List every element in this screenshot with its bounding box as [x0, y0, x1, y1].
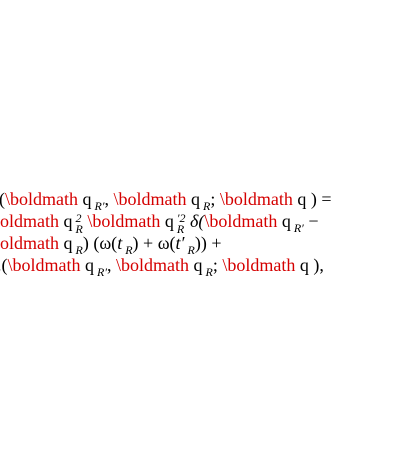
subscript: R′: [97, 265, 107, 279]
subscript: R′: [293, 221, 304, 235]
symbol-q: q: [80, 255, 94, 275]
symbol-q: q: [59, 233, 73, 253]
equation-line-3: \boldmath qR) (ω(tR) + ω(t′R)) +: [0, 232, 222, 257]
boldmath-macro: \boldmath: [5, 189, 78, 209]
symbol-q: q: [59, 211, 73, 231]
boldmath-macro: \boldmath: [7, 255, 81, 275]
comma: ,: [106, 255, 116, 275]
symbol-q: q: [186, 189, 200, 209]
boldmath-macro: \boldmath: [115, 255, 189, 275]
close-equals: q ) =: [292, 189, 332, 209]
delta: δ(: [185, 211, 205, 231]
equation-line-1: (\boldmath qR′, \boldmath qR; \boldmath …: [0, 188, 332, 213]
boldmath-macro: \boldmath: [219, 189, 293, 209]
equation-line-4: .(\boldmath qR′, \boldmath qR; \boldmath…: [0, 254, 324, 279]
boldmath-macro: \boldmath: [113, 189, 187, 209]
paren: .(: [0, 255, 8, 275]
close-plus: )) +: [194, 233, 222, 253]
symbol-q: q: [160, 211, 174, 231]
minus: −: [303, 211, 319, 231]
subscript: R: [205, 265, 213, 279]
plus-omega: ) + ω(: [132, 233, 176, 253]
boldmath-macro: \boldmath: [0, 211, 59, 231]
symbol-t-prime: t′: [175, 233, 185, 253]
symbol-q: q: [277, 211, 291, 231]
boldmath-macro: \boldmath: [222, 255, 296, 275]
boldmath-macro: \boldmath: [204, 211, 278, 231]
close-comma: q ),: [295, 255, 324, 275]
symbol-q: q: [78, 189, 92, 209]
semicolon: ;: [210, 189, 220, 209]
boldmath-macro: \boldmath: [0, 233, 59, 253]
symbol-q: q: [188, 255, 203, 275]
omega-open: ) (ω(: [82, 233, 118, 253]
boldmath-macro: \boldmath: [87, 211, 161, 231]
semicolon: ;: [212, 255, 223, 275]
symbol-t: t: [117, 233, 123, 253]
equation-line-2: \boldmath q2R \boldmath q′2R δ(\boldmath…: [0, 210, 319, 235]
